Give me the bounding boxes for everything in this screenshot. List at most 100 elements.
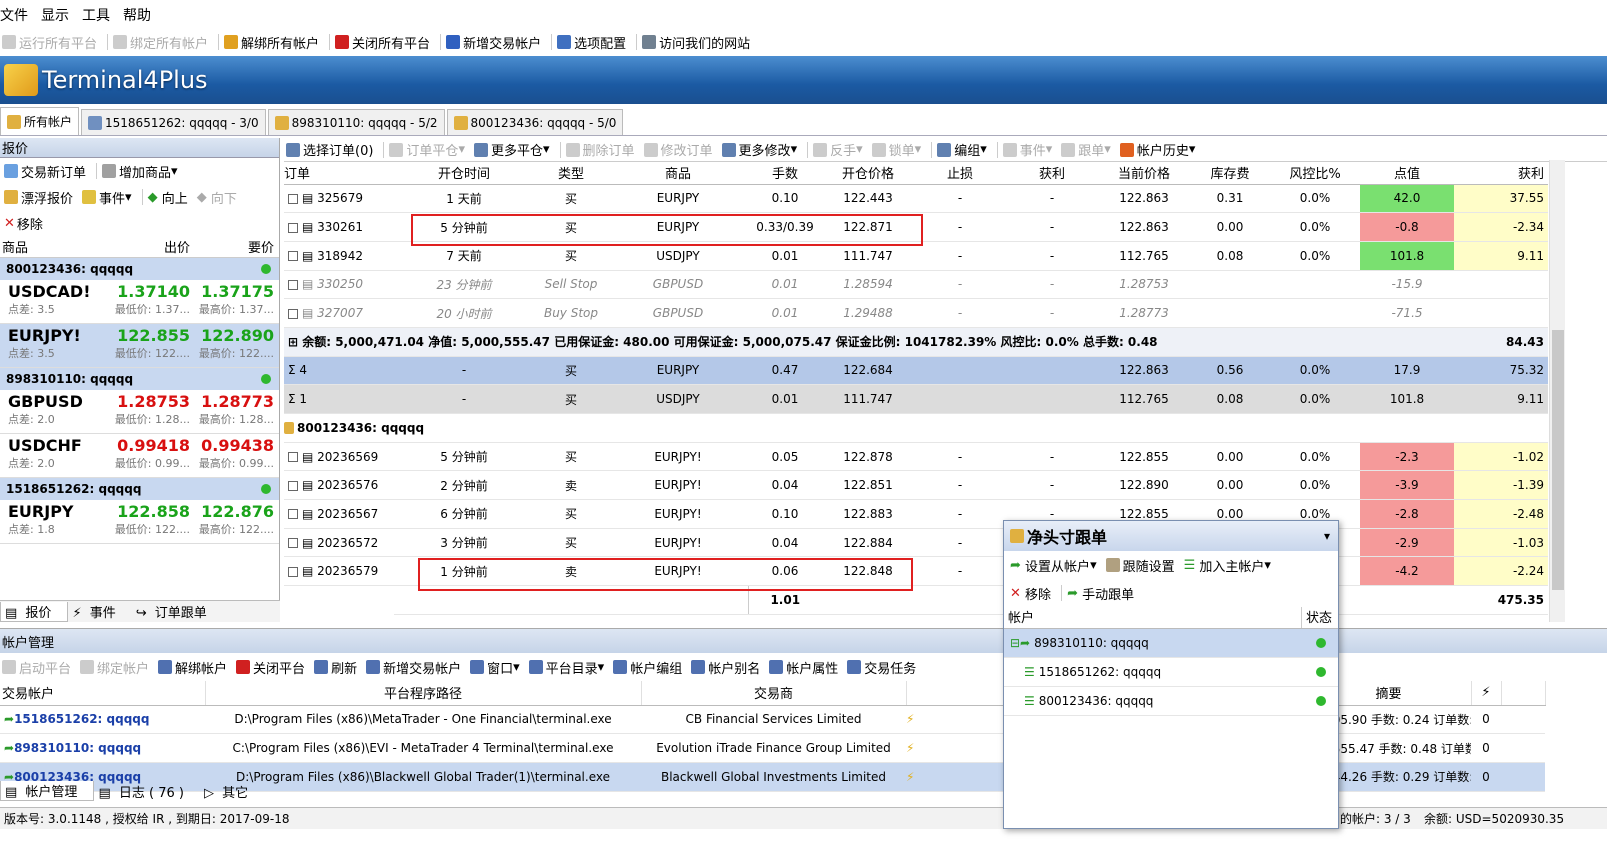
menu-tools[interactable]: 工具	[82, 5, 123, 25]
orders-col-1[interactable]: 开仓时间	[394, 162, 534, 185]
scroll-thumb[interactable]	[1552, 330, 1564, 590]
orders-col-3[interactable]: 商品	[608, 162, 748, 185]
expand-icon[interactable]: ⊞	[288, 335, 302, 349]
tab-account-mgmt[interactable]: ▤ 帐户管理	[0, 781, 95, 801]
order-checkbox[interactable]	[288, 251, 298, 262]
col-path[interactable]: 平台程序路径	[205, 681, 642, 706]
quote-group[interactable]: 800123436: qqqqq	[0, 258, 279, 280]
account-toolbar-button-4[interactable]: 刷新	[312, 658, 364, 677]
account-toolbar-button-5[interactable]: 新增交易帐户	[364, 658, 468, 677]
orders-col-4[interactable]: 手数	[748, 162, 822, 185]
order-checkbox[interactable]	[288, 308, 298, 319]
order-checkbox[interactable]	[288, 509, 298, 520]
order-checkbox[interactable]	[288, 452, 298, 463]
orders-toolbar-button-7[interactable]: 锁单 ▾	[870, 140, 929, 159]
order-row[interactable]: ⊞ 余额: 5,000,471.04 净值: 5,000,555.47 已用保证…	[284, 327, 1548, 357]
toolbar-button-6[interactable]: 访问我们的网站	[640, 33, 757, 52]
move-down-button[interactable]: ◆ 向下	[195, 188, 244, 207]
account-toolbar-button-6[interactable]: 窗口 ▾	[468, 658, 527, 677]
add-master-account-button[interactable]: ☰ 加入主帐户 ▾	[1182, 556, 1278, 575]
remove-symbol-button[interactable]: ✕ 移除	[2, 214, 50, 233]
menu-file[interactable]: 文件	[0, 5, 41, 25]
orders-toolbar-button-3[interactable]: 删除订单	[564, 140, 642, 159]
col-bid[interactable]: 出价	[110, 237, 194, 256]
col-account[interactable]: 交易帐户	[0, 681, 206, 706]
toolbar-button-4[interactable]: 新增交易帐户	[444, 33, 548, 52]
orders-col-5[interactable]: 开仓价格	[822, 162, 914, 185]
quote-bid[interactable]: 122.855	[110, 326, 190, 345]
order-row[interactable]: ▤ 330250 23 分钟前 Sell Stop GBPUSD 0.01 1.28594…	[284, 270, 1548, 300]
orders-col-11[interactable]: 点值	[1360, 162, 1454, 185]
tab-copy-orders[interactable]: ↪ 订单跟单	[132, 602, 223, 621]
popup-remove-button[interactable]: ✕ 移除	[1008, 584, 1058, 603]
quote-row[interactable]: EURJPY 点差: 1.8 122.858 最低价: 122.... 122.876 最…	[0, 500, 279, 544]
account-name[interactable]: ➦898310110: qqqqq	[0, 733, 205, 763]
tab-events[interactable]: ⚡ 事件	[68, 602, 131, 621]
menu-view[interactable]: 显示	[41, 5, 82, 25]
new-order-button[interactable]: 交易新订单	[2, 162, 93, 181]
menu-help[interactable]: 帮助	[123, 5, 164, 25]
account-toolbar-button-11[interactable]: 交易任务	[845, 658, 923, 677]
popup-menu-chevron-icon[interactable]: ▾	[1324, 529, 1330, 543]
orders-toolbar-button-2[interactable]: 更多平仓 ▾	[472, 140, 557, 159]
quote-ask[interactable]: 0.99438	[194, 436, 274, 455]
add-symbol-button[interactable]: 增加商品 ▾	[100, 162, 185, 181]
account-toolbar-button-9[interactable]: 帐户别名	[689, 658, 767, 677]
order-row[interactable]: Σ 1- 买 USDJPY 0.01 111.747 112.765 0.08 0.0% 101…	[284, 384, 1548, 414]
toolbar-button-1[interactable]: 绑定所有帐户	[111, 33, 215, 52]
account-name[interactable]: ➦1518651262: qqqqq	[0, 705, 205, 735]
orders-toolbar-button-6[interactable]: 反手 ▾	[811, 140, 870, 159]
popup-account-row[interactable]: ☰ 800123436: qqqqq	[1004, 687, 1338, 716]
quote-bid[interactable]: 0.99418	[110, 436, 190, 455]
toolbar-button-2[interactable]: 解绑所有帐户	[222, 33, 326, 52]
account-toolbar-button-2[interactable]: 解绑帐户	[156, 658, 234, 677]
events-button[interactable]: 事件 ▾	[80, 188, 139, 207]
order-row[interactable]: 800123436: qqqqq	[284, 413, 1548, 443]
quote-bid[interactable]: 1.28753	[110, 392, 190, 411]
set-slave-account-button[interactable]: ➦ 设置从帐户 ▾	[1008, 556, 1104, 575]
orders-toolbar-button-0[interactable]: 选择订单(0)	[284, 140, 380, 159]
account-toolbar-button-10[interactable]: 帐户属性	[767, 658, 845, 677]
orders-col-6[interactable]: 止损	[914, 162, 1006, 185]
order-checkbox[interactable]	[288, 279, 298, 290]
quote-ask[interactable]: 1.28773	[194, 392, 274, 411]
orders-toolbar-button-5[interactable]: 更多修改 ▾	[720, 140, 805, 159]
orders-toolbar-button-8[interactable]: 编组 ▾	[935, 140, 994, 159]
popup-col-account[interactable]: 帐户	[1004, 607, 1302, 628]
col-broker[interactable]: 交易商	[641, 681, 907, 706]
popup-account-row[interactable]: ☰ 1518651262: qqqqq	[1004, 658, 1338, 687]
orders-toolbar-button-11[interactable]: 帐户历史 ▾	[1118, 140, 1203, 159]
float-quotes-button[interactable]: 漂浮报价	[2, 188, 80, 207]
quote-row[interactable]: USDCAD! 点差: 3.5 1.37140 最低价: 1.37... 1.37175…	[0, 280, 279, 324]
quote-ask[interactable]: 1.37175	[194, 282, 274, 301]
col-ask[interactable]: 要价	[194, 237, 278, 256]
quote-row[interactable]: GBPUSD 点差: 2.0 1.28753 最低价: 1.28... 1.28773 最…	[0, 390, 279, 434]
account-tab-3[interactable]: 800123436: qqqqq - 5/0	[446, 109, 624, 135]
quote-ask[interactable]: 122.890	[194, 326, 274, 345]
orders-toolbar-button-9[interactable]: 事件 ▾	[1001, 140, 1060, 159]
col-symbol[interactable]: 商品	[0, 237, 110, 256]
popup-col-status[interactable]: 状态	[1302, 607, 1332, 628]
account-toolbar-button-8[interactable]: 帐户编组	[611, 658, 689, 677]
quote-row[interactable]: USDCHF 点差: 2.0 0.99418 最低价: 0.99... 0.99438 最…	[0, 434, 279, 478]
order-row[interactable]: ▤ 202365723 分钟前买EURJPY!0.04122.884--122.…	[284, 528, 1548, 558]
quote-group[interactable]: 1518651262: qqqqq	[0, 478, 279, 500]
orders-toolbar-button-4[interactable]: 修改订单	[642, 140, 720, 159]
account-toolbar-button-1[interactable]: 绑定帐户	[78, 658, 156, 677]
orders-col-10[interactable]: 风控比%	[1270, 162, 1360, 185]
order-checkbox[interactable]	[288, 193, 298, 204]
order-row[interactable]: Σ 4- 买 EURJPY 0.47 122.684 122.863 0.56 0.0% 17.…	[284, 356, 1548, 386]
orders-toolbar-button-10[interactable]: 跟单 ▾	[1059, 140, 1118, 159]
orders-col-9[interactable]: 库存费	[1190, 162, 1270, 185]
order-checkbox[interactable]	[288, 538, 298, 549]
follow-settings-button[interactable]: 跟随设置	[1104, 556, 1182, 575]
order-row[interactable]: ▤ 20236567 6 分钟前买 EURJPY! 0.10 122.883- -122.…	[284, 499, 1548, 529]
manual-copy-button[interactable]: ➦ 手动跟单	[1065, 584, 1141, 603]
account-toolbar-button-0[interactable]: 启动平台	[0, 658, 78, 677]
order-row[interactable]: ▤ 20236569 5 分钟前买 EURJPY! 0.05 122.878- -122.…	[284, 442, 1548, 472]
account-tab-1[interactable]: 1518651262: qqqqq - 3/0	[81, 109, 266, 135]
account-toolbar-button-3[interactable]: 关闭平台	[234, 658, 312, 677]
orders-col-7[interactable]: 获利	[1006, 162, 1098, 185]
orders-col-8[interactable]: 当前价格	[1098, 162, 1190, 185]
orders-toolbar-button-1[interactable]: 订单平仓 ▾	[387, 140, 472, 159]
